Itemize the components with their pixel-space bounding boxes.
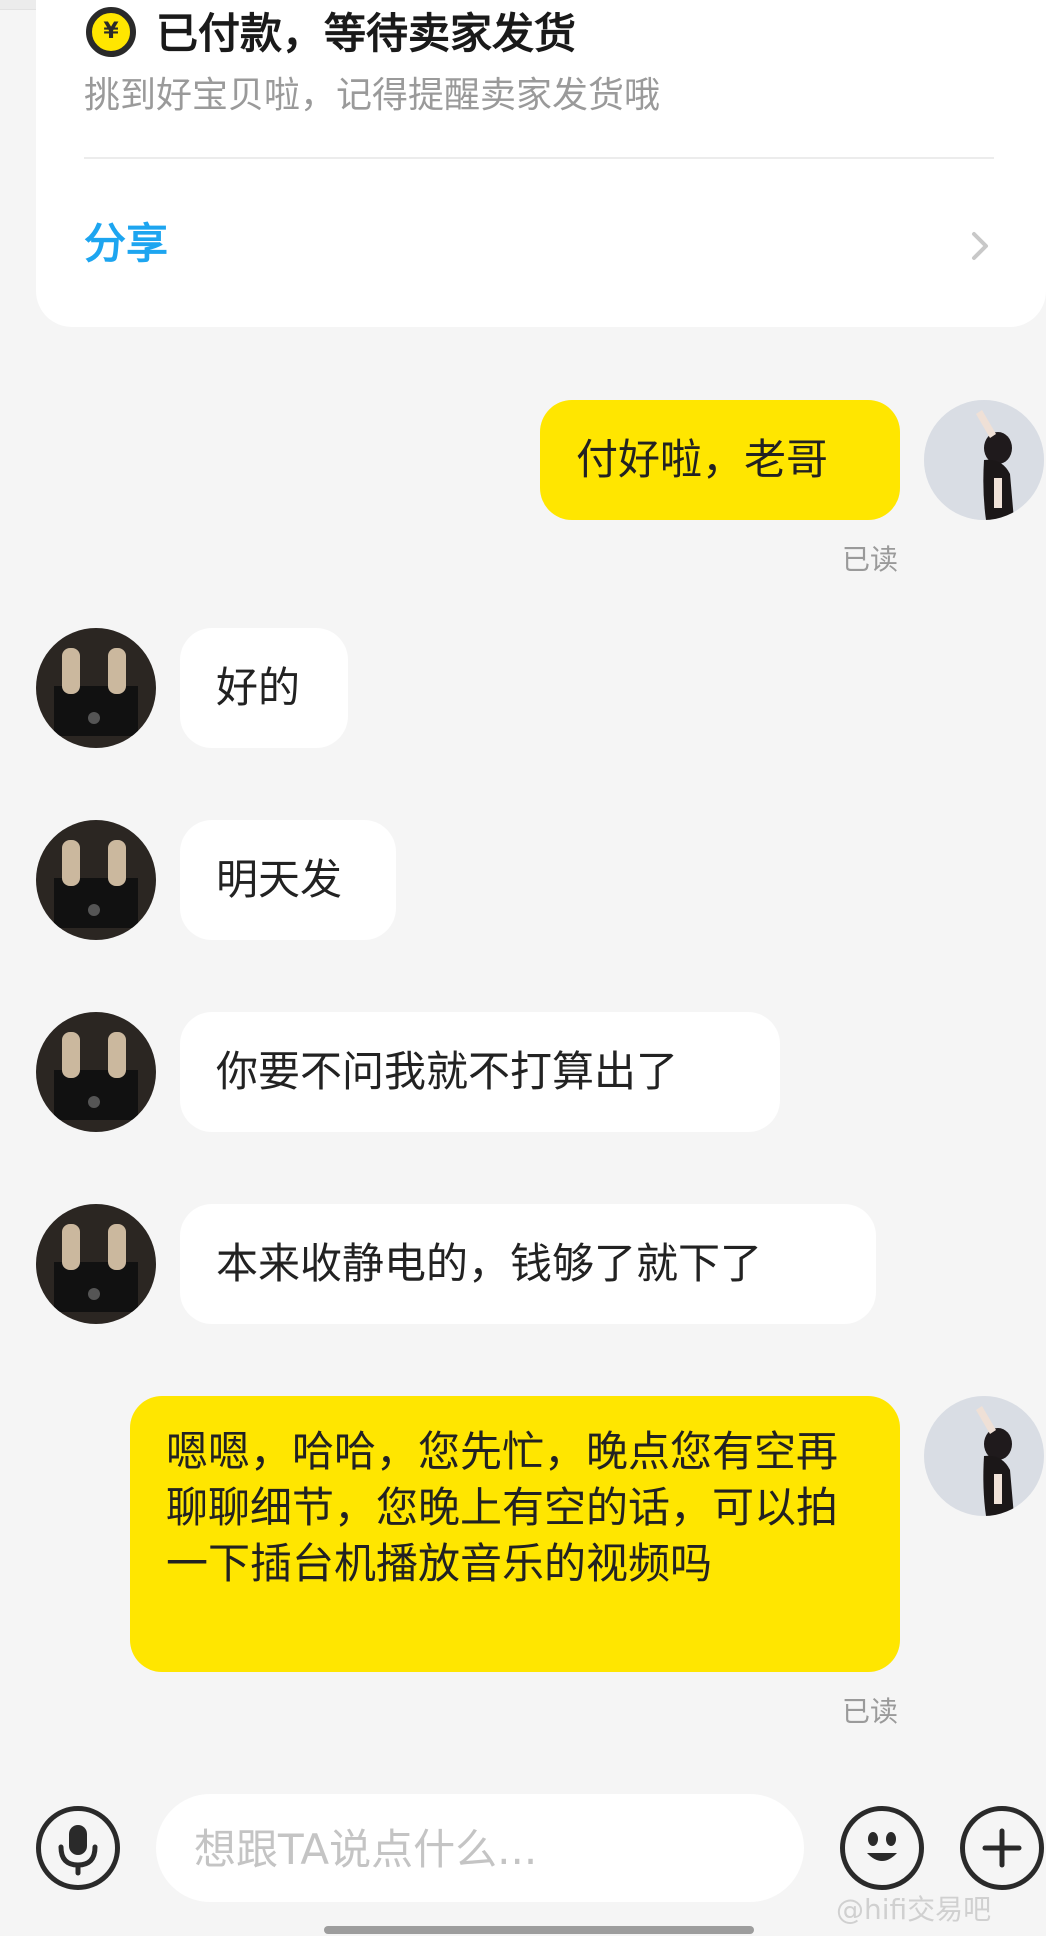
emoji-button[interactable] xyxy=(840,1806,924,1890)
message-bubble-outgoing[interactable]: 付好啦，老哥 xyxy=(540,400,900,520)
order-status-card: ¥ 已付款，等待卖家发货 挑到好宝贝啦，记得提醒卖家发货哦 分享 xyxy=(36,0,1046,327)
order-status-subtitle: 挑到好宝贝啦，记得提醒卖家发货哦 xyxy=(84,75,661,116)
yuan-coin-icon: ¥ xyxy=(86,7,136,57)
message-bubble-incoming[interactable]: 明天发 xyxy=(180,820,396,940)
message-bubble-incoming[interactable]: 你要不问我就不打算出了 xyxy=(180,1012,780,1132)
watermark: @hifi交易吧 xyxy=(836,1893,992,1926)
seller-avatar[interactable] xyxy=(36,628,156,748)
emoji-icon xyxy=(867,1832,897,1861)
more-button[interactable] xyxy=(960,1806,1044,1890)
my-avatar[interactable] xyxy=(924,1396,1044,1516)
home-indicator[interactable] xyxy=(324,1926,754,1934)
card-divider xyxy=(84,157,994,159)
message-input-container[interactable] xyxy=(156,1794,804,1904)
message-input[interactable] xyxy=(192,1794,776,1904)
seller-avatar[interactable] xyxy=(36,1012,156,1132)
seller-avatar[interactable] xyxy=(36,820,156,940)
message-bubble-outgoing[interactable]: 嗯嗯，哈哈，您先忙，晚点您有空再聊聊细节，您晚上有空的话，可以拍一下插台机播放音… xyxy=(130,1396,900,1672)
share-link[interactable]: 分享 xyxy=(84,210,168,271)
chevron-right-icon[interactable] xyxy=(962,228,998,264)
my-avatar[interactable] xyxy=(924,400,1044,520)
microphone-icon xyxy=(58,1825,98,1876)
message-bubble-incoming[interactable]: 本来收静电的，钱够了就下了 xyxy=(180,1204,876,1324)
voice-button[interactable] xyxy=(36,1806,120,1890)
order-status-title: 已付款，等待卖家发货 xyxy=(156,9,577,58)
message-bubble-incoming[interactable]: 好的 xyxy=(180,628,348,748)
seller-avatar[interactable] xyxy=(36,1204,156,1324)
plus-icon xyxy=(982,1828,1022,1868)
read-receipt: 已读 xyxy=(842,1695,899,1728)
read-receipt: 已读 xyxy=(842,543,899,576)
